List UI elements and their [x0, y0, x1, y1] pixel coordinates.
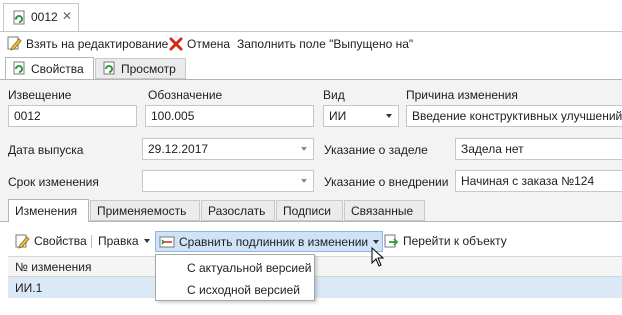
release-date-picker[interactable]: 29.12.2017 [142, 138, 314, 160]
toolbar: Взять на редактирование Отмена Заполнить… [0, 32, 622, 54]
tab-properties[interactable]: Свойства [5, 57, 94, 79]
compare-button-label: Сравнить подлинник в изменении [179, 234, 369, 249]
tab-changes-label: Изменения [15, 204, 78, 218]
backlog-value: Задела нет [461, 142, 524, 156]
reason-value: Введение конструктивных улучшений [412, 109, 622, 123]
fill-released-button[interactable]: Заполнить поле "Выпущено на" [237, 35, 413, 52]
change-term-picker[interactable] [142, 170, 314, 192]
take-for-edit-button[interactable]: Взять на редактирование [7, 35, 168, 52]
mouse-cursor-icon [371, 247, 384, 267]
tab-preview-label: Просмотр [121, 61, 176, 76]
close-icon[interactable]: ✕ [62, 9, 72, 23]
notice-field[interactable]: 0012 [8, 105, 137, 127]
document-refresh-icon [11, 10, 27, 26]
reason-field[interactable]: Введение конструктивных улучшений [406, 105, 622, 127]
grid-header: № изменения [8, 256, 622, 277]
compare-icon [159, 235, 175, 249]
compare-menu: С актуальной версией С исходной версией [155, 254, 315, 301]
tab-properties-label: Свойства [31, 61, 84, 76]
backlog-field[interactable]: Задела нет [455, 138, 622, 160]
table-row[interactable]: ИИ.1 [8, 277, 622, 298]
tab-related-label: Связанные [351, 203, 414, 218]
compare-original-button[interactable]: Сравнить подлинник в изменении [155, 231, 384, 252]
tab-related[interactable]: Связанные [344, 200, 425, 221]
tab-applicability-label: Применяемость [97, 203, 187, 218]
goto-object-button[interactable]: Перейти к объекту [384, 229, 507, 253]
chevron-down-icon [301, 147, 307, 151]
cancel-label: Отмена [187, 36, 231, 51]
preview-tab-icon [102, 61, 117, 76]
reason-label: Причина изменения [406, 88, 518, 102]
take-for-edit-label: Взять на редактирование [26, 36, 169, 51]
table-cell: ИИ.1 [15, 281, 43, 295]
type-select[interactable]: ИИ [323, 105, 399, 127]
compare-with-current-label: С актуальной версией [187, 261, 312, 275]
chevron-down-icon [386, 114, 392, 118]
backlog-label: Указание о заделе [324, 143, 428, 157]
edit-pencil-icon [7, 36, 22, 51]
tab-distribute[interactable]: Разослать [201, 200, 275, 221]
column-header-change-number[interactable]: № изменения [15, 260, 91, 274]
tab-distribute-label: Разослать [208, 203, 266, 218]
designation-label: Обозначение [148, 88, 223, 102]
tab-signatures-label: Подписи [283, 203, 331, 218]
designation-field[interactable]: 100.005 [145, 105, 314, 127]
tab-changes[interactable]: Изменения [8, 199, 89, 222]
notice-value: 0012 [14, 109, 41, 123]
compare-with-original-label: С исходной версией [187, 283, 300, 297]
implementation-label: Указание о внедрении [324, 175, 449, 189]
document-tab-strip [0, 0, 622, 31]
chevron-down-icon [301, 179, 307, 183]
type-label: Вид [323, 88, 345, 102]
tab-signatures[interactable]: Подписи [276, 200, 343, 221]
divider [91, 235, 92, 248]
release-date-label: Дата выпуска [8, 143, 84, 157]
compare-with-current-item[interactable]: С актуальной версией [156, 257, 314, 279]
document-tab[interactable]: 0012 ✕ [3, 3, 79, 32]
release-date-value: 29.12.2017 [148, 142, 209, 156]
fill-released-label: Заполнить поле "Выпущено на" [237, 36, 414, 51]
goto-object-label: Перейти к объекту [403, 234, 507, 248]
cancel-x-icon [169, 37, 183, 51]
implementation-value: Начиная с заказа №124 [461, 174, 595, 188]
change-term-label: Срок изменения [8, 175, 99, 189]
edit-dropdown-button[interactable]: Правка [98, 229, 150, 253]
notice-label: Извещение [8, 88, 72, 102]
type-value: ИИ [329, 109, 347, 123]
properties-button-label: Свойства [34, 234, 87, 248]
cancel-button[interactable]: Отмена [169, 35, 230, 52]
properties-button[interactable]: Свойства [15, 229, 87, 253]
goto-arrow-icon [384, 234, 399, 249]
tab-preview[interactable]: Просмотр [95, 58, 186, 79]
properties-tab-icon [12, 61, 27, 76]
compare-with-original-item[interactable]: С исходной версией [156, 279, 314, 301]
edit-pencil-icon [15, 234, 30, 249]
edit-button-label: Правка [98, 234, 139, 248]
chevron-down-icon [373, 239, 380, 244]
tab-applicability[interactable]: Применяемость [90, 200, 200, 221]
designation-value: 100.005 [151, 109, 195, 123]
document-tab-title: 0012 [31, 10, 58, 24]
implementation-field[interactable]: Начиная с заказа №124 [455, 170, 622, 192]
chevron-down-icon [143, 239, 150, 243]
